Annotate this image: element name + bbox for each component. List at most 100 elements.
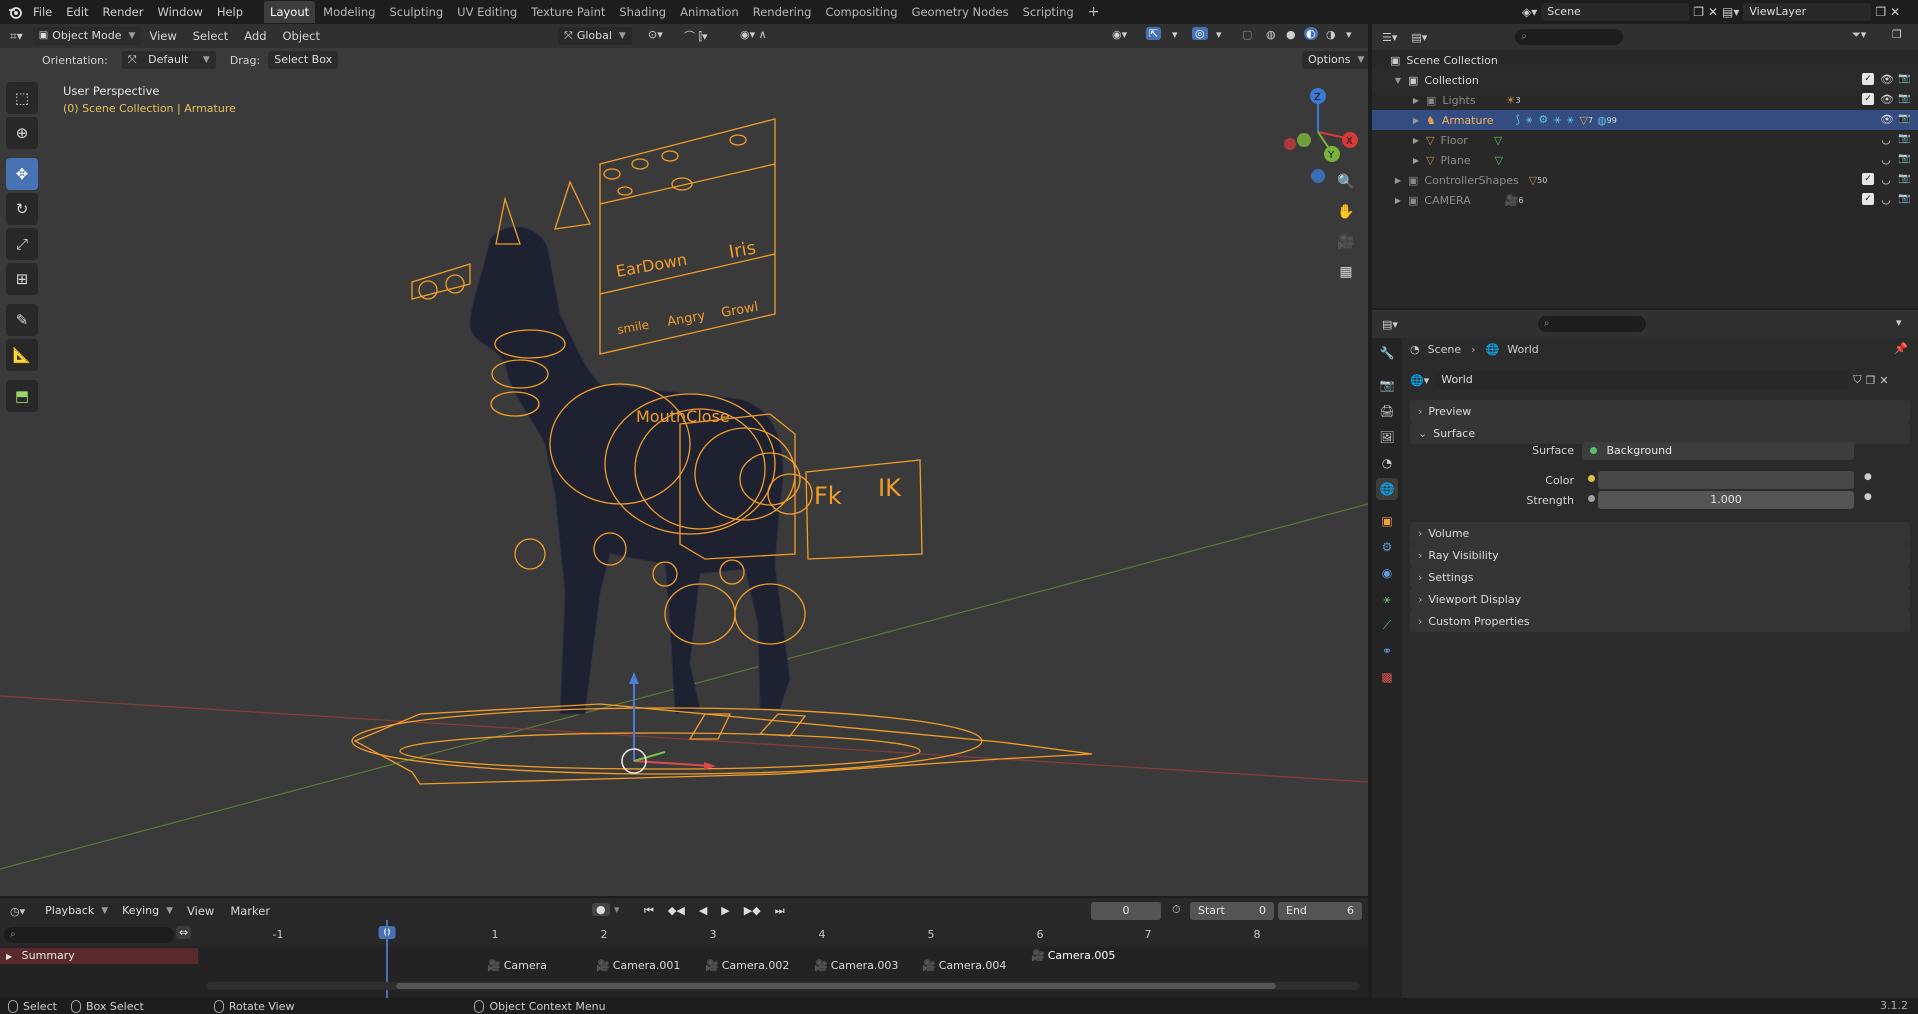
- timeline-editor-type-icon[interactable]: ◷▾: [10, 905, 25, 918]
- start-frame-field[interactable]: Start 0: [1190, 902, 1274, 920]
- timeline-scrollbar[interactable]: [206, 982, 1360, 990]
- panel-settings[interactable]: › Settings: [1410, 566, 1910, 588]
- marker-camera[interactable]: 🎥 Camera: [487, 959, 547, 972]
- unlink-world-icon[interactable]: ✕: [1879, 374, 1888, 387]
- workspace-tab-modeling[interactable]: Modeling: [317, 1, 381, 23]
- workspace-tab-scripting[interactable]: Scripting: [1017, 1, 1080, 23]
- strength-socket-icon[interactable]: [1588, 495, 1595, 502]
- workspace-tab-geometry-nodes[interactable]: Geometry Nodes: [906, 1, 1015, 23]
- eye-closed-icon[interactable]: ◡: [1880, 153, 1892, 166]
- view-layer-field[interactable]: ViewLayer: [1743, 3, 1872, 21]
- expand-triangle-icon[interactable]: ▼: [1392, 76, 1404, 85]
- expand-triangle-icon[interactable]: ▶: [1410, 96, 1422, 105]
- menu-help[interactable]: Help: [210, 0, 250, 24]
- overlay-dropdown-icon[interactable]: ▾: [1216, 28, 1222, 41]
- properties-editor[interactable]: ▤▾ ⌕ ▾ 🔧 📷 🖨 🖼 ◔ 🌐 ▣ ⚙ ◉ ⚹ ⟋ ⚭ ▩ ◔ Scene…: [1372, 310, 1918, 998]
- workspace-tab-compositing[interactable]: Compositing: [819, 1, 903, 23]
- view-layer-tab-icon[interactable]: 🖼: [1376, 426, 1398, 448]
- scene-name-field[interactable]: Scene: [1541, 3, 1690, 21]
- expand-triangle-icon[interactable]: ▶: [1392, 176, 1404, 185]
- outliner-row-scene-collection[interactable]: ▣ Scene Collection: [1372, 50, 1918, 70]
- output-tab-icon[interactable]: 🖨: [1376, 400, 1398, 422]
- viewport-menu-select[interactable]: Select: [185, 29, 236, 43]
- marker-camera-004[interactable]: 🎥 Camera.004: [922, 959, 1006, 972]
- xray-icon[interactable]: ▢: [1242, 28, 1252, 41]
- new-collection-icon[interactable]: ❐: [1892, 28, 1902, 41]
- menu-window[interactable]: Window: [150, 0, 209, 24]
- world-tab-icon[interactable]: 🌐: [1376, 478, 1398, 500]
- workspace-tab-texture-paint[interactable]: Texture Paint: [525, 1, 611, 23]
- workspace-tab-layout[interactable]: Layout: [264, 1, 316, 23]
- exclude-checkbox[interactable]: ✓: [1862, 93, 1874, 105]
- shading-dropdown-icon[interactable]: ▾: [1346, 28, 1352, 41]
- delete-scene-icon[interactable]: ✕: [1708, 5, 1718, 19]
- workspace-tab-sculpting[interactable]: Sculpting: [383, 1, 449, 23]
- visibility-icon[interactable]: ◉▾: [1112, 28, 1127, 41]
- expand-triangle-icon[interactable]: ▶: [1410, 116, 1422, 125]
- marker-camera-003[interactable]: 🎥 Camera.003: [814, 959, 898, 972]
- play-icon[interactable]: ▶: [715, 902, 736, 920]
- render-camera-icon[interactable]: 📷: [1898, 73, 1910, 86]
- outliner-row-floor[interactable]: ▶ ▽ Floor ▽ ◡ 📷: [1372, 130, 1918, 150]
- sync-scroll-icon[interactable]: ⇔: [176, 926, 192, 939]
- render-camera-icon[interactable]: 📷: [1898, 153, 1910, 166]
- color-swatch[interactable]: [1598, 471, 1854, 489]
- rendered-shading-icon[interactable]: ◑: [1326, 28, 1336, 41]
- marker-camera-001[interactable]: 🎥 Camera.001: [596, 959, 680, 972]
- pivot-point-icon[interactable]: ⊙▾: [648, 28, 663, 41]
- editor-type-icon[interactable]: ⌗▾: [10, 29, 23, 44]
- move-tool-icon[interactable]: ✥: [6, 158, 38, 190]
- exclude-checkbox[interactable]: ✓: [1862, 173, 1874, 185]
- rotate-tool-icon[interactable]: ↻: [6, 193, 38, 225]
- panel-ray-visibility[interactable]: › Ray Visibility: [1410, 544, 1910, 566]
- render-camera-icon[interactable]: 📷: [1898, 93, 1910, 106]
- eye-closed-icon[interactable]: ◡: [1880, 173, 1892, 186]
- menu-edit[interactable]: Edit: [59, 0, 95, 24]
- world-browse-icon[interactable]: 🌐▾: [1410, 374, 1429, 387]
- timeline-menu-view[interactable]: View: [179, 904, 222, 918]
- ortho-grid-icon[interactable]: ▦: [1334, 260, 1358, 284]
- texture-tab-icon[interactable]: ▩: [1376, 666, 1398, 688]
- expand-triangle-icon[interactable]: ▶: [1392, 196, 1404, 205]
- eye-closed-icon[interactable]: ◡: [1880, 133, 1892, 146]
- options-dropdown[interactable]: Options ▼: [1302, 51, 1368, 69]
- camera-view-icon[interactable]: 🎥: [1334, 230, 1358, 254]
- wireframe-shading-icon[interactable]: ◍: [1266, 28, 1276, 41]
- timeline-channels[interactable]: ▶ Summary 🎥 Camera 🎥 Camera.001 🎥 Camera.00…: [0, 920, 1368, 998]
- viewport-menu-add[interactable]: Add: [236, 29, 274, 43]
- physics-tab-icon[interactable]: ◉: [1376, 562, 1398, 584]
- material-shading-icon[interactable]: ◐: [1304, 27, 1318, 40]
- delete-view-layer-icon[interactable]: ✕: [1890, 5, 1900, 19]
- 3d-viewport[interactable]: EarDown Iris smile Angry Growl MouthClos…: [0, 24, 1368, 896]
- solid-shading-icon[interactable]: ●: [1286, 28, 1296, 41]
- eye-icon[interactable]: 👁: [1880, 113, 1894, 126]
- outliner-search-field[interactable]: ⌕: [1515, 29, 1624, 45]
- outliner-row-plane[interactable]: ▶ ▽ Plane ▽ ◡ 📷: [1372, 150, 1918, 170]
- expand-triangle-icon[interactable]: ▶: [1410, 156, 1422, 165]
- render-tab-icon[interactable]: 📷: [1376, 374, 1398, 396]
- scale-tool-icon[interactable]: ⤢: [6, 228, 38, 260]
- fake-user-shield-icon[interactable]: ⛉: [1853, 373, 1861, 387]
- timeline-editor[interactable]: ◷▾ Playback ▼ Keying ▼ View Marker ● ▾ ⏮ ◆…: [0, 898, 1368, 998]
- exclude-checkbox[interactable]: ✓: [1862, 73, 1874, 85]
- cursor-tool-icon[interactable]: ⊕: [6, 117, 38, 149]
- outliner-row-lights[interactable]: ▶ ▣ Lights ☀ 3 ✓ 👁 📷: [1372, 90, 1918, 110]
- viewport-menu-object[interactable]: Object: [275, 29, 328, 43]
- world-name-field[interactable]: World: [1435, 371, 1850, 389]
- outliner-editor[interactable]: ☰▾ ▤▾ ⌕ ⏷▾ ❐ ▣ Scene Collection ▼ ▣ Coll…: [1372, 24, 1918, 308]
- viewport-menu-view[interactable]: View: [141, 29, 184, 43]
- panel-volume[interactable]: › Volume: [1410, 522, 1910, 544]
- outliner-row-collection[interactable]: ▼ ▣ Collection ✓ 👁 📷: [1372, 70, 1918, 90]
- transform-orientation-dropdown[interactable]: ⤧ Global ▼: [558, 27, 632, 45]
- render-camera-icon[interactable]: 📷: [1898, 173, 1910, 186]
- next-keyframe-icon[interactable]: ▶◆: [737, 902, 767, 920]
- zoom-icon[interactable]: 🔍: [1334, 170, 1358, 194]
- annotate-tool-icon[interactable]: ✎: [6, 304, 38, 336]
- panel-viewport-display[interactable]: › Viewport Display: [1410, 588, 1910, 610]
- timeline-ruler[interactable]: ⌕ ⇔ -1 0 1 2 3 4 5 6 7 8: [0, 924, 1368, 946]
- jump-end-icon[interactable]: ⏭: [768, 902, 791, 920]
- properties-editor-type-icon[interactable]: ▤▾: [1382, 318, 1398, 331]
- workspace-tab-shading[interactable]: Shading: [613, 1, 672, 23]
- viewport-scene[interactable]: EarDown Iris smile Angry Growl MouthClos…: [0, 24, 1368, 896]
- prev-keyframe-icon[interactable]: ◆◀: [661, 902, 691, 920]
